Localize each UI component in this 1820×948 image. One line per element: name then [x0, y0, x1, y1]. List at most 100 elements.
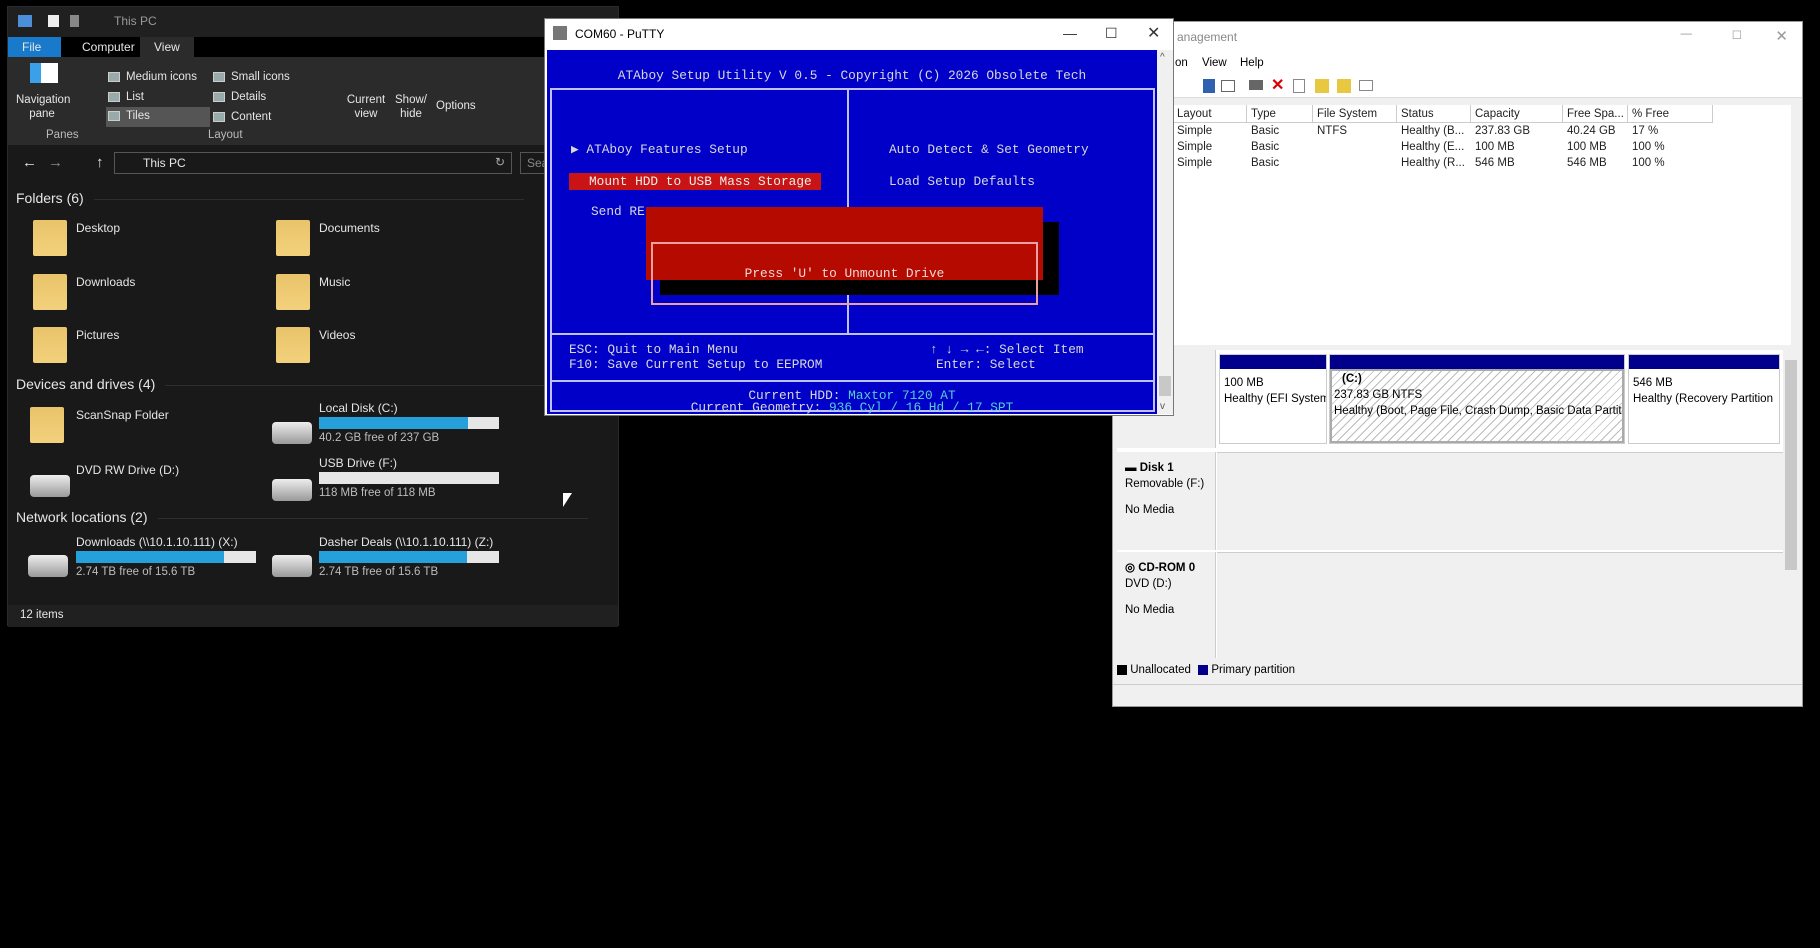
local-disk-icon [272, 422, 312, 444]
network-downloads[interactable]: Downloads (\\10.1.10.111) (X:) [76, 535, 238, 549]
label: Details [231, 91, 267, 103]
folder-pictures[interactable]: Pictures [76, 328, 119, 342]
col-status[interactable]: Status [1397, 105, 1471, 123]
close-button[interactable]: ✕ [1147, 23, 1160, 43]
folder-downloads[interactable]: Downloads [76, 275, 135, 289]
usb-usage-bar [319, 472, 499, 484]
show-hide-button[interactable]: Show/ hide [391, 93, 431, 121]
folder-music[interactable]: Music [319, 275, 350, 289]
back-button[interactable]: ← [22, 154, 37, 171]
up-button[interactable]: ↑ [96, 154, 104, 171]
label: Medium icons [126, 71, 197, 83]
disk-management-window: anagement — ☐ ✕ on View Help ✕ Layout Ty… [1111, 21, 1803, 707]
tab-computer[interactable]: Computer [68, 37, 149, 57]
options-button[interactable]: Options [436, 100, 476, 112]
layout-medium-icons[interactable]: Medium icons [108, 71, 197, 83]
cell-pct: 100 % [1632, 141, 1665, 153]
label: Small icons [231, 71, 290, 83]
partition-name: (C:) [1342, 373, 1362, 385]
device-scansnap[interactable]: ScanSnap Folder [76, 408, 169, 422]
label: Content [231, 111, 272, 123]
search-folder-icon[interactable] [1337, 79, 1351, 93]
refresh-icon[interactable]: ↻ [495, 155, 505, 169]
layout-tiles[interactable]: Tiles [106, 107, 210, 127]
cell-free: 546 MB [1567, 157, 1607, 169]
layout-list[interactable]: List [108, 91, 144, 103]
col-layout[interactable]: Layout [1173, 105, 1247, 123]
terminal-scrollbar[interactable]: ^ v [1157, 50, 1173, 414]
cell-pct: 17 % [1632, 125, 1659, 137]
devices-header[interactable]: Devices and drives (4) [16, 376, 597, 392]
maximize-button[interactable]: ☐ [1732, 28, 1742, 42]
terminal[interactable]: ATAboy Setup Utility V 0.5 - Copyright (… [547, 50, 1157, 414]
menu-send[interactable]: Send RE [591, 204, 645, 219]
menu-auto-detect[interactable]: Auto Detect & Set Geometry [889, 142, 1089, 157]
close-button[interactable]: ✕ [1775, 27, 1788, 45]
folder-up-icon[interactable] [1315, 79, 1329, 93]
folder-videos[interactable]: Videos [319, 328, 355, 342]
menu-mount-hdd[interactable]: Mount HDD to USB Mass Storage [569, 173, 821, 190]
new-folder-icon[interactable] [70, 15, 79, 27]
col-file-system[interactable]: File System [1313, 105, 1397, 123]
folder-desktop[interactable]: Desktop [76, 221, 120, 235]
properties-icon[interactable] [1221, 80, 1235, 92]
menu-load-defaults[interactable]: Load Setup Defaults [889, 174, 1035, 189]
tab-file[interactable]: File [8, 37, 61, 57]
maximize-button[interactable]: ☐ [1105, 25, 1118, 42]
connect-icon[interactable] [1249, 80, 1263, 90]
minimize-button[interactable]: — [1681, 28, 1693, 40]
downloads-folder-icon [33, 274, 67, 310]
layout-details[interactable]: Details [213, 91, 266, 103]
address-path[interactable]: This PC [143, 156, 186, 170]
legend: Unallocated Primary partition [1117, 664, 1295, 676]
minimize-button[interactable]: — [1063, 25, 1077, 41]
ribbon-tabs: File Computer View [8, 37, 618, 57]
list-view-icon[interactable] [1359, 80, 1373, 91]
panes-group-label: Panes [46, 129, 79, 141]
cdrom-0-label[interactable]: ◎ CD-ROM 0 DVD (D:) No Media [1117, 552, 1216, 658]
address-bar[interactable]: This PC ↻ [114, 152, 512, 174]
menu-view[interactable]: View [1202, 57, 1227, 69]
frame-top [550, 88, 1155, 90]
menu-features-setup[interactable]: ▶ ATAboy Features Setup [571, 142, 748, 157]
dialog-message: Press 'U' to Unmount Drive [651, 242, 1038, 305]
scrollbar[interactable] [1783, 350, 1799, 658]
status-bar: 12 items [8, 605, 618, 627]
navigation-pane-button[interactable]: Navigation pane [16, 93, 70, 121]
partition-recovery[interactable]: 546 MB Healthy (Recovery Partition [1628, 354, 1780, 444]
menu-action[interactable]: on [1175, 57, 1188, 69]
col-type[interactable]: Type [1247, 105, 1313, 123]
help-icon[interactable] [1203, 79, 1215, 93]
col-capacity[interactable]: Capacity [1471, 105, 1563, 123]
col-percent-free[interactable]: % Free [1628, 105, 1713, 123]
partition-c[interactable]: (C:) 237.83 GB NTFS Healthy (Boot, Page Fi… [1329, 354, 1625, 444]
folder-documents[interactable]: Documents [319, 221, 380, 235]
menu-help[interactable]: Help [1240, 57, 1264, 69]
cell-layout: Simple [1177, 157, 1213, 169]
check-icon[interactable] [1293, 79, 1305, 93]
layout-content[interactable]: Content [213, 111, 271, 123]
network-dasher-deals[interactable]: Dasher Deals (\\10.1.10.111) (Z:) [319, 535, 493, 549]
partition-size: 546 MB [1633, 377, 1673, 389]
cell-fs: NTFS [1317, 125, 1348, 137]
properties-icon[interactable] [48, 15, 59, 27]
device-usb[interactable]: USB Drive (F:) [319, 456, 397, 470]
frame-hline-2 [550, 380, 1155, 382]
disk-1-label[interactable]: ▬ Disk 1 Removable (F:) No Media [1117, 452, 1216, 550]
device-dvd[interactable]: DVD RW Drive (D:) [76, 463, 179, 477]
device-local-disk[interactable]: Local Disk (C:) [319, 401, 398, 415]
folders-header[interactable]: Folders (6) [16, 190, 522, 206]
current-view-button[interactable]: Current view [346, 93, 386, 121]
partition-efi[interactable]: 100 MB Healthy (EFI System [1219, 354, 1327, 444]
forward-button[interactable]: → [48, 154, 63, 171]
dasher-free: 2.74 TB free of 15.6 TB [319, 566, 439, 578]
network-header[interactable]: Network locations (2) [16, 509, 586, 525]
cell-status: Healthy (B... [1401, 125, 1465, 137]
label: Tiles [126, 110, 150, 122]
tab-view[interactable]: View [140, 37, 194, 57]
setup-header: ATAboy Setup Utility V 0.5 - Copyright (… [617, 68, 1087, 83]
layout-small-icons[interactable]: Small icons [213, 71, 290, 83]
menu-bar: on View Help [1113, 54, 1802, 74]
delete-icon[interactable]: ✕ [1271, 75, 1284, 95]
col-free-space[interactable]: Free Spa... [1563, 105, 1628, 123]
